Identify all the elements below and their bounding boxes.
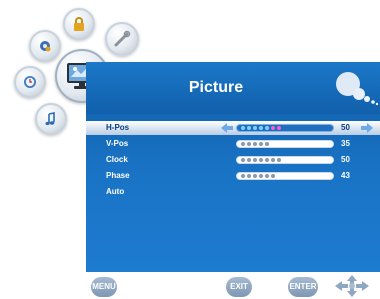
- slider-dot: [247, 158, 251, 162]
- lock-icon: [74, 17, 84, 31]
- slider-dot: [247, 174, 251, 178]
- menu-item-v-pos[interactable]: V-Pos 35: [86, 137, 380, 151]
- enter-button[interactable]: ENTER: [288, 277, 318, 297]
- lock-category-button[interactable]: [63, 8, 95, 40]
- h-pos-slider[interactable]: [236, 124, 334, 132]
- clock-slider[interactable]: [236, 156, 334, 164]
- slider-dot: [259, 142, 263, 146]
- tools-category-button[interactable]: [105, 22, 139, 56]
- menu-item-value: 35: [341, 139, 350, 148]
- gear-icon: [40, 41, 51, 52]
- slider-dot: [265, 126, 269, 130]
- slider-dot: [247, 142, 251, 146]
- navigation-arrows-icon[interactable]: [334, 274, 370, 298]
- bubbles-icon: [336, 72, 379, 106]
- picture-menu-panel: Picture H-Pos 50 V-Pos 35 Clock 50 Phase…: [86, 62, 380, 272]
- exit-button[interactable]: EXIT: [226, 277, 252, 297]
- slider-dot: [253, 174, 257, 178]
- menu-header: Picture: [86, 62, 380, 114]
- slider-dot: [241, 142, 245, 146]
- slider-dot: [265, 142, 269, 146]
- menu-item-auto[interactable]: Auto: [86, 185, 380, 199]
- menu-item-value: 43: [341, 171, 350, 180]
- menu-item-label: V-Pos: [106, 139, 129, 148]
- v-pos-slider[interactable]: [236, 140, 334, 148]
- slider-dot: [259, 126, 263, 130]
- slider-dot: [241, 174, 245, 178]
- time-category-button[interactable]: [14, 66, 46, 98]
- slider-dot: [241, 126, 245, 130]
- menu-item-label: Clock: [106, 155, 128, 164]
- slider-dot: [277, 158, 281, 162]
- menu-item-label: Auto: [106, 187, 125, 196]
- enter-button-label: ENTER: [289, 282, 317, 291]
- arrow-left-icon[interactable]: [220, 122, 234, 134]
- slider-dot: [259, 158, 263, 162]
- menu-item-value: 50: [341, 123, 350, 132]
- exit-button-label: EXIT: [230, 282, 248, 291]
- menu-item-label: H-Pos: [106, 123, 130, 132]
- slider-dot: [253, 126, 257, 130]
- menu-item-label: Phase: [106, 171, 130, 180]
- slider-dot: [271, 158, 275, 162]
- menu-item-phase[interactable]: Phase 43: [86, 169, 380, 183]
- menu-item-value: 50: [341, 155, 350, 164]
- settings-category-button[interactable]: [29, 30, 61, 62]
- menu-item-clock[interactable]: Clock 50: [86, 153, 380, 167]
- slider-dot: [247, 126, 251, 130]
- slider-dot: [265, 174, 269, 178]
- tools-icon: [114, 30, 131, 47]
- arrow-right-icon[interactable]: [360, 122, 374, 134]
- clock-icon: [24, 76, 36, 88]
- slider-dot: [253, 158, 257, 162]
- menu-button[interactable]: MENU: [91, 277, 117, 297]
- menu-button-label: MENU: [92, 282, 116, 291]
- slider-dot: [271, 174, 275, 178]
- slider-dot: [253, 142, 257, 146]
- page-title: Picture: [188, 79, 244, 96]
- slider-dot: [241, 158, 245, 162]
- audio-category-button[interactable]: [35, 103, 67, 135]
- music-note-icon: [45, 112, 55, 126]
- slider-dot: [265, 158, 269, 162]
- slider-dot: [259, 174, 263, 178]
- slider-dot: [271, 126, 275, 130]
- phase-slider[interactable]: [236, 172, 334, 180]
- slider-dot: [277, 126, 281, 130]
- menu-item-h-pos[interactable]: H-Pos 50: [86, 121, 380, 135]
